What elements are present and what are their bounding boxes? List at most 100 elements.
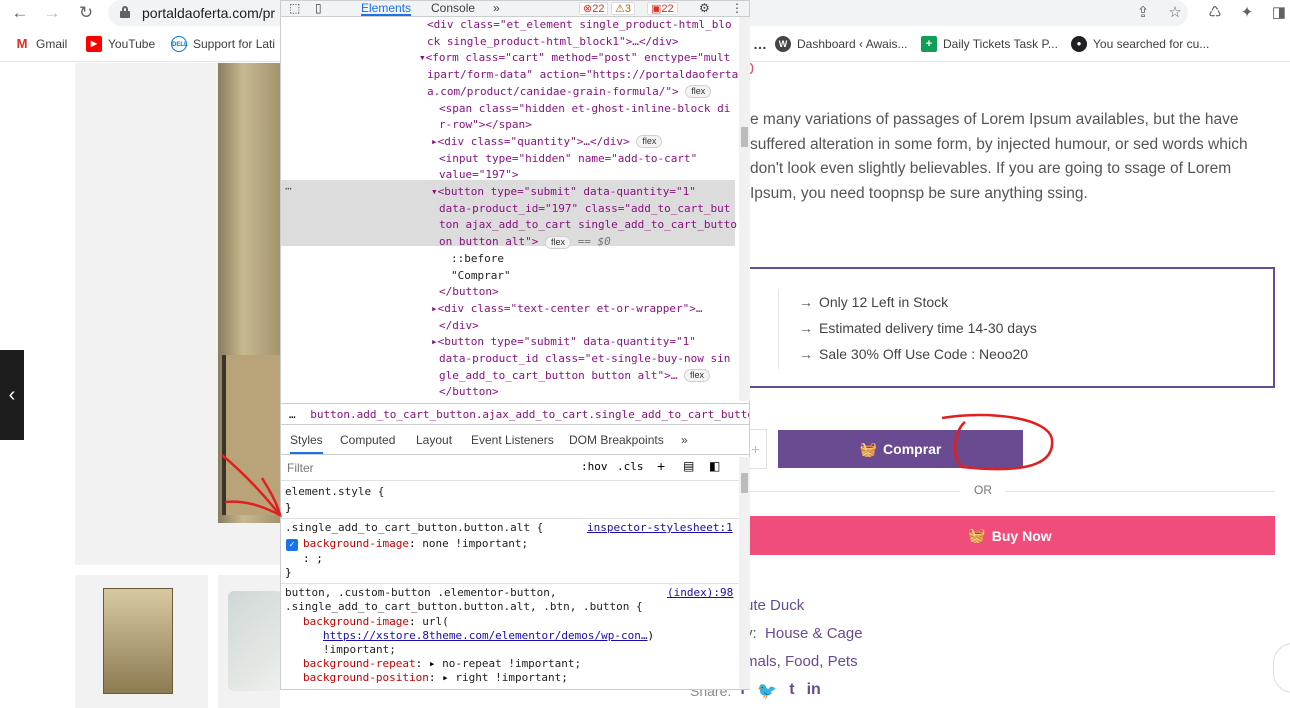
hov-toggle[interactable]: :hov	[581, 460, 608, 473]
computed-styles-icon[interactable]: ▤	[683, 459, 694, 473]
dom-node-line[interactable]: ▾<form class="cart" method="post" enctyp…	[419, 50, 730, 67]
dom-node-line[interactable]: gle_add_to_cart_button button alt">… fle…	[439, 368, 711, 385]
bookmark-gmail[interactable]: M Gmail	[14, 36, 67, 52]
new-rule-button[interactable]: +	[657, 458, 665, 474]
inspect-icon[interactable]: ⬚	[289, 1, 300, 16]
rule2-declaration-3[interactable]: background-position: ▸ right !important;	[303, 671, 568, 685]
rule1-source-link[interactable]: inspector-stylesheet:1	[587, 521, 733, 535]
rule1-declaration[interactable]: background-image: none !important;	[303, 537, 528, 551]
more-tabs-icon[interactable]: »	[493, 1, 500, 16]
dom-node-line[interactable]: on button alt"> flex == $0	[439, 234, 611, 251]
property-checkbox[interactable]: ✓	[286, 539, 298, 551]
rule2-url-line[interactable]: https://xstore.8theme.com/elementor/demo…	[323, 629, 654, 643]
dom-node-line[interactable]: ▸<div class="quantity">…</div> flex	[431, 134, 663, 151]
dom-node-line[interactable]: ton ajax_add_to_cart single_add_to_cart_…	[439, 217, 737, 234]
dom-node-line[interactable]: r-row"></span>	[439, 117, 532, 134]
rule2-declaration-1[interactable]: background-image: url(	[303, 615, 449, 629]
tab-dom-breakpoints[interactable]: DOM Breakpoints	[569, 433, 664, 447]
kebab-menu-icon[interactable]: ⋮	[731, 1, 743, 16]
dom-node-line[interactable]: "Comprar"	[451, 268, 511, 285]
bookmark-sheets[interactable]: + Daily Tickets Task P...	[921, 36, 1058, 52]
sidebar-toggle-icon[interactable]: ◧	[709, 459, 720, 473]
device-toggle-icon[interactable]: ▯	[315, 1, 322, 16]
dom-node-line[interactable]: </button>	[439, 384, 499, 401]
dom-scrollbar[interactable]	[739, 17, 750, 401]
dom-node-line[interactable]: ck single_product-html_block1">…</div>	[427, 34, 679, 51]
bookmark-star-icon[interactable]: ☆	[1166, 4, 1184, 22]
stock-text: Estimated delivery time 14-30 days	[819, 320, 1037, 336]
dom-node-line[interactable]: <span class="hidden et-ghost-inline-bloc…	[439, 101, 730, 118]
back-arrow-icon[interactable]: ←	[10, 3, 30, 23]
tab-console[interactable]: Console	[431, 1, 475, 16]
reload-icon[interactable]: ↻	[76, 3, 96, 23]
rule1-selector[interactable]: .single_add_to_cart_button.button.alt {	[285, 521, 543, 535]
dom-node-line[interactable]: data-product_id="197" class="add_to_cart…	[439, 201, 730, 218]
issues-badge[interactable]: ▣22	[647, 2, 678, 15]
lock-icon[interactable]	[120, 6, 130, 18]
dom-node-line[interactable]: data-product_id class="et-single-buy-now…	[439, 351, 730, 368]
dom-node-line[interactable]: ▸<div class="text-center et-or-wrapper">…	[431, 301, 703, 318]
bookmark-dell[interactable]: DELL Support for Lati	[171, 36, 275, 52]
gallery-prev-arrow[interactable]: ‹	[0, 350, 24, 440]
buy-now-button[interactable]: 🧺 Buy Now	[745, 516, 1275, 555]
rule2-selector[interactable]: button, .custom-button .elementor-button…	[285, 586, 557, 600]
warning-badge[interactable]: ⚠3	[611, 2, 635, 15]
dom-node-line[interactable]: a.com/product/canidae-grain-formula/"> f…	[427, 84, 712, 101]
tab-computed[interactable]: Computed	[340, 433, 395, 447]
prop-value-end: )	[647, 629, 655, 642]
styles-scrollbar[interactable]	[739, 457, 750, 689]
dom-node-line[interactable]: <input type="hidden" name="add-to-cart"	[439, 151, 697, 168]
recycle-extension-icon[interactable]: ♺	[1206, 4, 1224, 22]
extensions-puzzle-icon[interactable]: ✦	[1238, 4, 1256, 22]
rule2-declaration-2[interactable]: background-repeat: ▸ no-repeat !importan…	[303, 657, 581, 671]
twitter-icon[interactable]: 🐦	[757, 681, 777, 701]
scroll-top-button[interactable]	[1273, 643, 1290, 693]
bookmark-search[interactable]: ● You searched for cu...	[1071, 36, 1209, 52]
url-text[interactable]: portaldaoferta.com/pr	[142, 5, 275, 21]
flex-badge[interactable]: flex	[684, 369, 711, 383]
linkedin-icon[interactable]: in	[807, 681, 821, 701]
flex-badge[interactable]: flex	[685, 85, 712, 99]
dom-node-line[interactable]: <div class="et_element single_product-ht…	[427, 17, 732, 34]
dom-node-line[interactable]: value="197">	[439, 167, 518, 184]
bookmark-youtube[interactable]: ▶ YouTube	[86, 36, 155, 52]
rule1-new-property[interactable]: : ;	[303, 552, 323, 566]
forward-arrow-icon[interactable]: →	[42, 3, 62, 23]
bookmark-dashboard[interactable]: …	[752, 36, 768, 52]
more-subtabs-icon[interactable]: »	[681, 433, 688, 447]
element-style-rule[interactable]: element.style {	[285, 485, 384, 499]
cls-toggle[interactable]: .cls	[617, 460, 644, 473]
tab-styles[interactable]: Styles	[290, 433, 323, 454]
dom-node-line[interactable]: </div>	[439, 318, 479, 335]
error-badge[interactable]: ⊗22	[579, 2, 609, 15]
side-panel-icon[interactable]: ◨	[1270, 4, 1288, 22]
breadcrumb-item[interactable]: button.add_to_cart_button.ajax_add_to_ca…	[302, 408, 749, 421]
flex-badge[interactable]: flex	[544, 235, 571, 249]
rule2-selector-line2[interactable]: .single_add_to_cart_button.button.alt, .…	[285, 600, 643, 614]
dom-node-line[interactable]: ipart/form-data" action="https://portald…	[427, 67, 738, 84]
tab-event-listeners[interactable]: Event Listeners	[471, 433, 554, 447]
devtools-tabs: ⬚ ▯ Elements Console » ⊗22 ⚠3 ▣22 ⚙ ⋮	[281, 1, 749, 17]
ellipsis-icon[interactable]: ⋯	[285, 181, 292, 198]
comprar-button[interactable]: 🧺 Comprar	[778, 430, 1023, 468]
tab-layout[interactable]: Layout	[416, 433, 452, 447]
styles-filter-input[interactable]: Filter	[287, 461, 314, 475]
brand-link[interactable]: ute Duck	[745, 597, 804, 614]
category-link[interactable]: House & Cage	[765, 625, 863, 642]
tag-link[interactable]: Pets	[828, 653, 858, 670]
rule2-source-link[interactable]: (index):98	[667, 586, 733, 600]
buy-now-label: Buy Now	[991, 527, 1052, 544]
dom-node-line[interactable]: ::before	[451, 251, 504, 268]
url-link[interactable]: https://xstore.8theme.com/elementor/demo…	[323, 629, 648, 642]
tumblr-icon[interactable]: t	[789, 681, 794, 701]
bookmark-wordpress[interactable]: W Dashboard ‹ Awais...	[775, 36, 908, 52]
dom-node-line[interactable]: ▸<button type="submit" data-quantity="1"	[431, 334, 696, 351]
breadcrumb-more[interactable]: …	[281, 408, 296, 421]
settings-gear-icon[interactable]: ⚙	[699, 1, 710, 16]
share-icon[interactable]: ⇪	[1134, 4, 1152, 22]
tag-link[interactable]: Food	[785, 653, 819, 670]
tab-elements[interactable]: Elements	[361, 1, 412, 16]
dom-node-line[interactable]: </button>	[439, 284, 499, 301]
dom-node-line[interactable]: ▾<button type="submit" data-quantity="1"	[431, 184, 696, 201]
flex-badge[interactable]: flex	[636, 135, 663, 149]
